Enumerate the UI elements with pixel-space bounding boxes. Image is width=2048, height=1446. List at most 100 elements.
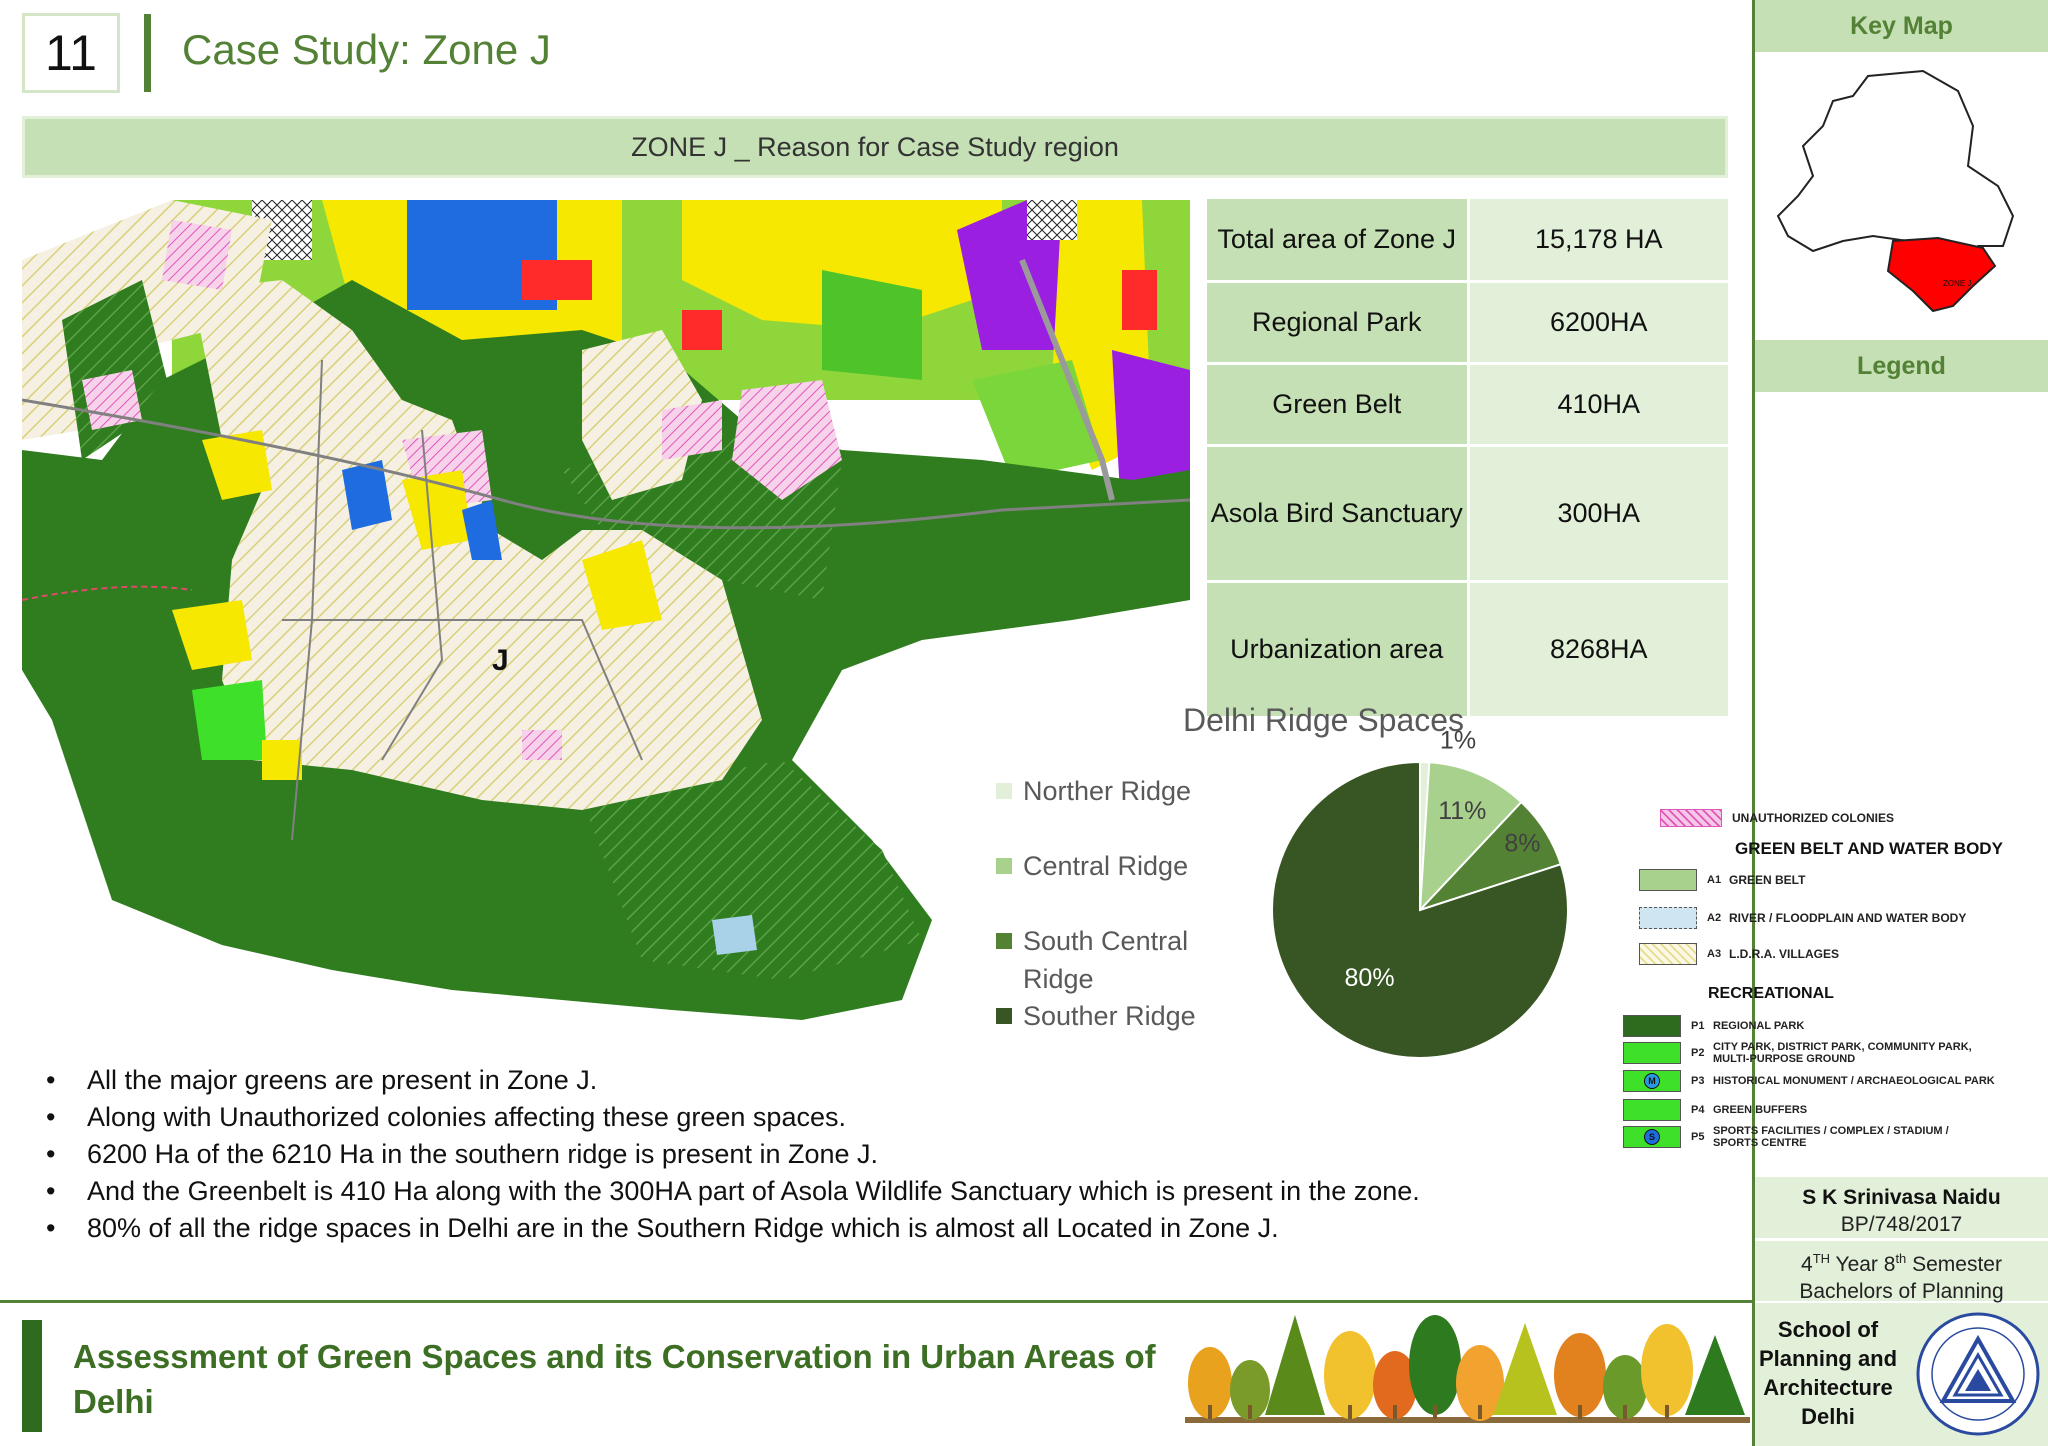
school-name-line: Planning and [1758,1346,1898,1371]
delhi-key-map: ZONE J [1773,66,2033,328]
legend-label: Central Ridge [1023,851,1189,881]
author-degree: Bachelors of Planning [1799,1280,2004,1303]
legend-item: UNAUTHORIZED COLONIES [1660,809,1894,827]
school-logo-icon [1913,1309,2043,1439]
pie-data-label: 1% [1440,727,1476,755]
legend-item: A1 GREEN BELT [1639,869,1805,891]
author-roll: BP/748/2017 [1840,1213,1963,1236]
legend-swatch [1623,1099,1681,1121]
footer-divider [0,1300,1752,1303]
chart-title: Delhi Ridge Spaces [1183,702,1465,738]
table-row: Urbanization area 8268HA [1207,581,1728,719]
legend-label: HISTORICAL MONUMENT / ARCHAEOLOGICAL PAR… [1713,1075,1995,1087]
findings-list: All the major greens are present in Zone… [40,1062,1440,1247]
legend-item: P2 CITY PARK, DISTRICT PARK, COMMUNITY P… [1623,1041,1972,1065]
monument-icon: M [1644,1073,1660,1089]
legend-item: S P5 SPORTS FACILITIES / COMPLEX / STADI… [1623,1125,1949,1149]
legend-swatch [996,1008,1012,1024]
legend-item: Norther Ridge [996,772,1191,810]
legend-label-line: MULTI-PURPOSE GROUND [1713,1053,1856,1065]
year-text: Year 8 [1830,1253,1896,1276]
legend-swatch [1623,1042,1681,1064]
stat-label: Urbanization area [1207,581,1470,719]
page-title: Case Study: Zone J [182,26,551,73]
legend-label: REGIONAL PARK [1713,1020,1805,1032]
school-name: School of Planning and Architecture Delh… [1755,1315,1901,1431]
school-name-line: Delhi [1801,1404,1855,1429]
stat-value: 300HA [1468,445,1728,583]
list-item: 6200 Ha of the 6210 Ha in the southern r… [40,1136,1440,1173]
legend-swatch [1660,809,1722,827]
key-map-heading: Key Map [1755,0,2048,52]
legend-item: Souther Ridge [996,997,1196,1035]
legend-code: A1 [1707,874,1722,886]
stat-label: Total area of Zone J [1207,199,1470,283]
table-row: Green Belt 410HA [1207,363,1728,447]
legend-label: SPORTS FACILITIES / COMPLEX / STADIUM / S… [1713,1125,1949,1149]
stat-value: 15,178 HA [1468,199,1728,283]
ridge-pie-chart: 1% 11% 8% 80% [1250,727,1590,1080]
legend-item: P1 REGIONAL PARK [1623,1015,1804,1037]
school-name-line: School of [1777,1317,1879,1342]
stat-label: Regional Park [1207,281,1470,365]
trees-illustration [1185,1305,1750,1425]
school-name-line: Architecture [1763,1375,1893,1400]
legend-label: RIVER / FLOODPLAIN AND WATER BODY [1729,911,1967,925]
legend-swatch [1639,943,1697,965]
footer-title: Assessment of Green Spaces and its Conse… [73,1338,1156,1420]
section-banner: ZONE J _ Reason for Case Study region [22,116,1728,178]
stat-value: 6200HA [1468,281,1728,365]
key-map-zone-label: ZONE J [1943,279,1971,288]
map-zone-label: J [492,644,509,677]
legend-swatch [1623,1015,1681,1037]
stat-label: Green Belt [1207,363,1470,447]
legend-label: South Central Ridge [1023,922,1188,998]
legend-code: P4 [1691,1104,1705,1116]
legend-code: A2 [1707,912,1722,924]
legend-item: M P3 HISTORICAL MONUMENT / ARCHAEOLOGICA… [1623,1070,1995,1092]
legend-swatch [996,933,1012,949]
legend-item: A2 RIVER / FLOODPLAIN AND WATER BODY [1639,907,1966,929]
legend-label: GREEN BUFFERS [1713,1104,1808,1116]
pie-data-label: 8% [1504,830,1540,858]
author-name: S K Srinivasa Naidu [1802,1186,2001,1209]
footer-accent-bar [22,1320,42,1432]
legend-label-line: South Central [1023,926,1189,956]
year-number: 4 [1801,1253,1813,1276]
legend-item: P4 GREEN BUFFERS [1623,1099,1807,1121]
legend-label: L.D.R.A. VILLAGES [1729,947,1840,961]
legend-swatch [996,858,1012,874]
school-info: School of Planning and Architecture Delh… [1755,1303,2048,1446]
legend-group-heading: GREEN BELT AND WATER BODY [1735,839,2003,858]
legend-code: P2 [1691,1047,1705,1059]
legend-swatch: S [1623,1126,1681,1148]
legend-swatch [1639,907,1697,929]
legend-code: P5 [1691,1131,1705,1143]
legend-label-line: Ridge [1023,964,1094,994]
stat-value: 8268HA [1468,581,1728,719]
legend-label-line: SPORTS CENTRE [1713,1137,1807,1149]
legend-item: A3 L.D.R.A. VILLAGES [1639,943,1839,965]
table-row: Total area of Zone J 15,178 HA [1207,199,1728,283]
legend-item: South Central Ridge [996,922,1188,998]
legend-label: CITY PARK, DISTRICT PARK, COMMUNITY PARK… [1713,1041,1972,1065]
legend-label-line: SPORTS FACILITIES / COMPLEX / STADIUM / [1713,1125,1949,1137]
table-row: Regional Park 6200HA [1207,281,1728,365]
legend-heading: Legend [1755,340,2048,392]
list-item: Along with Unauthorized colonies affecti… [40,1099,1440,1136]
legend-label: Norther Ridge [1023,776,1192,806]
zone-stats-table: Total area of Zone J 15,178 HA Regional … [1207,199,1728,719]
semester-text: Semester [1906,1253,2002,1276]
pie-data-label: 80% [1345,964,1395,992]
legend-label: GREEN BELT [1729,873,1806,887]
map-legend: UNAUTHORIZED COLONIES GREEN BELT AND WAT… [1615,805,2048,1155]
list-item: 80% of all the ridge spaces in Delhi are… [40,1210,1440,1247]
legend-code: A3 [1707,948,1722,960]
legend-item: Central Ridge [996,847,1188,885]
legend-swatch: M [1623,1070,1681,1092]
stat-value: 410HA [1468,363,1728,447]
legend-code: P1 [1691,1020,1705,1032]
list-item: All the major greens are present in Zone… [40,1062,1440,1099]
author-info: S K Srinivasa Naidu BP/748/2017 4TH Year… [1755,1177,2048,1303]
legend-swatch [996,783,1012,799]
